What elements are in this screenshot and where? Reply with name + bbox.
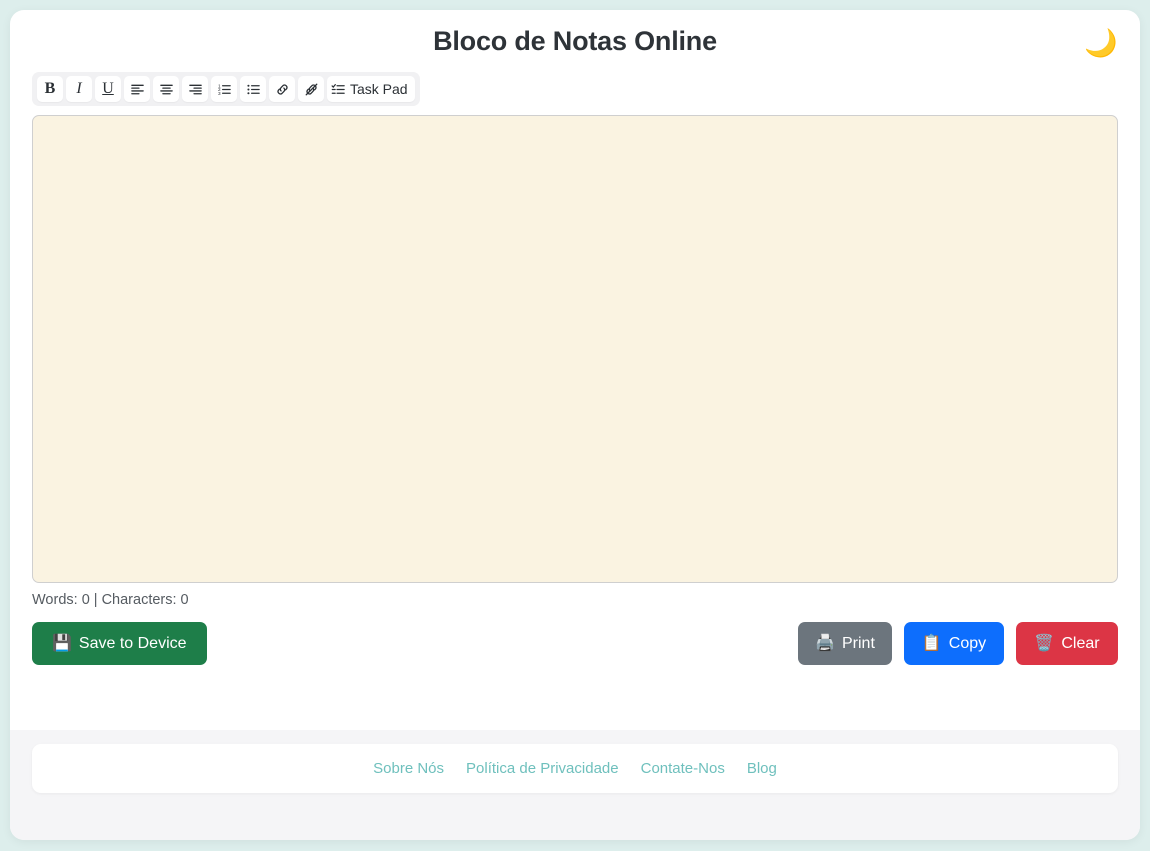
unordered-list-button[interactable] <box>240 76 266 102</box>
bold-button[interactable]: B <box>37 76 63 102</box>
crescent-moon-icon[interactable]: 🌙 <box>1084 26 1118 60</box>
clear-label: Clear <box>1061 634 1100 652</box>
print-button[interactable]: 🖨️ Print <box>798 622 892 665</box>
unordered-list-icon <box>246 82 261 97</box>
app-container: Bloco de Notas Online 🌙 B I U 1 2 3 Task… <box>10 10 1140 840</box>
ordered-list-button[interactable]: 1 2 3 <box>211 76 237 102</box>
unlink-icon <box>304 82 319 97</box>
clear-button[interactable]: 🗑️ Clear <box>1016 622 1118 665</box>
editor-container <box>10 106 1140 583</box>
footer-link-about[interactable]: Sobre Nós <box>373 760 444 777</box>
italic-button[interactable]: I <box>66 76 92 102</box>
align-left-icon <box>130 82 145 97</box>
print-label: Print <box>842 634 875 652</box>
insert-link-button[interactable] <box>269 76 295 102</box>
align-left-button[interactable] <box>124 76 150 102</box>
align-center-button[interactable] <box>153 76 179 102</box>
floppy-disk-icon: 💾 <box>52 634 72 652</box>
footer: Sobre Nós Política de Privacidade Contat… <box>32 744 1118 793</box>
link-icon <box>275 82 290 97</box>
trash-icon: 🗑️ <box>1034 634 1055 652</box>
clipboard-icon: 📋 <box>921 634 942 652</box>
svg-text:3: 3 <box>217 90 220 95</box>
app-header: Bloco de Notas Online 🌙 <box>10 10 1140 68</box>
action-bar-right: 🖨️ Print 📋 Copy 🗑️ Clear <box>798 622 1118 665</box>
footer-link-privacy[interactable]: Política de Privacidade <box>466 760 619 777</box>
underline-icon: U <box>102 80 114 97</box>
page-title: Bloco de Notas Online <box>433 26 717 56</box>
align-right-icon <box>188 82 203 97</box>
underline-button[interactable]: U <box>95 76 121 102</box>
save-to-device-label: Save to Device <box>78 634 187 652</box>
italic-icon: I <box>76 80 82 97</box>
align-right-button[interactable] <box>182 76 208 102</box>
save-to-device-button[interactable]: 💾 Save to Device <box>32 622 207 665</box>
note-editor[interactable] <box>32 115 1118 583</box>
printer-icon: 🖨️ <box>815 634 835 652</box>
ordered-list-icon: 1 2 3 <box>217 82 232 97</box>
toolbar-container: B I U 1 2 3 Task Pad <box>10 68 1140 106</box>
copy-button[interactable]: 📋 Copy <box>904 622 1004 665</box>
formatting-toolbar: B I U 1 2 3 Task Pad <box>32 72 420 106</box>
remove-link-button[interactable] <box>298 76 324 102</box>
task-pad-button[interactable]: Task Pad <box>327 76 415 102</box>
action-bar: 💾 Save to Device 🖨️ Print 📋 Copy 🗑️ Clea… <box>10 608 1140 665</box>
word-character-counter: Words: 0 | Characters: 0 <box>32 592 189 608</box>
bold-icon: B <box>44 80 56 97</box>
task-pad-label: Task Pad <box>350 81 408 97</box>
footer-link-blog[interactable]: Blog <box>747 760 777 777</box>
footer-link-contact[interactable]: Contate-Nos <box>641 760 725 777</box>
task-list-icon <box>331 82 346 97</box>
copy-label: Copy <box>948 634 987 652</box>
footer-section: Sobre Nós Política de Privacidade Contat… <box>10 730 1140 840</box>
align-center-icon <box>159 82 174 97</box>
